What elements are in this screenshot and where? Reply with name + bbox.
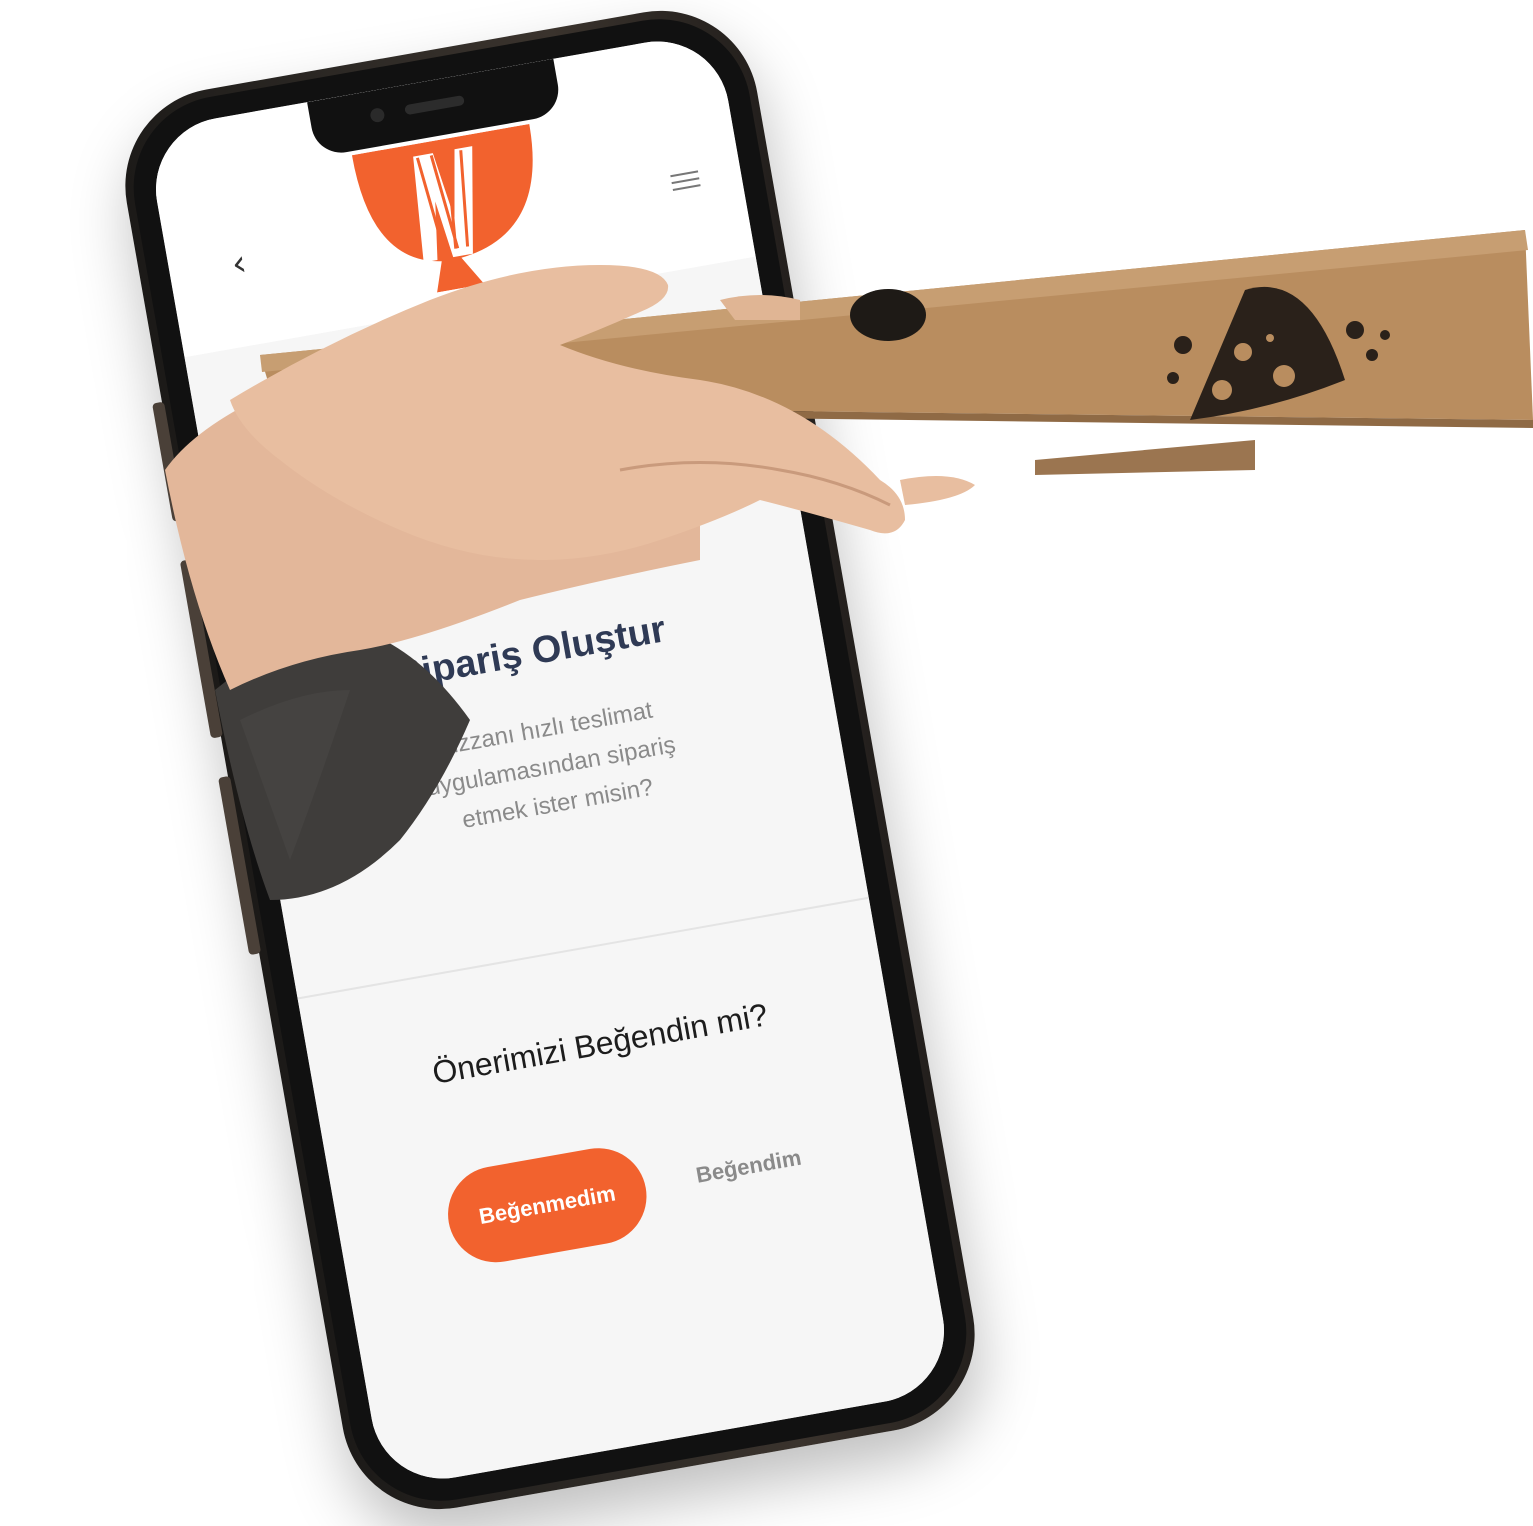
hamburger-menu-line xyxy=(671,177,700,185)
hamburger-menu-line xyxy=(672,184,701,191)
phone-mockup: ‹ Sipariş Oluştur Pizzanı hızlı teslimat… xyxy=(109,0,991,1525)
chevron-left-icon: ‹ xyxy=(228,242,250,286)
earpiece-speaker xyxy=(404,94,465,116)
pizza-slice-icon xyxy=(1167,286,1390,420)
brand-logo xyxy=(342,122,565,304)
back-button[interactable]: ‹ xyxy=(216,241,262,287)
phone-screen: ‹ Sipariş Oluştur Pizzanı hızlı teslimat… xyxy=(144,30,956,1490)
app-content xyxy=(184,256,956,1490)
promo-stage: ‹ Sipariş Oluştur Pizzanı hızlı teslimat… xyxy=(0,0,1533,1525)
front-camera-icon xyxy=(369,107,386,124)
hamburger-menu-icon xyxy=(670,170,699,178)
menu-button[interactable] xyxy=(669,165,701,197)
